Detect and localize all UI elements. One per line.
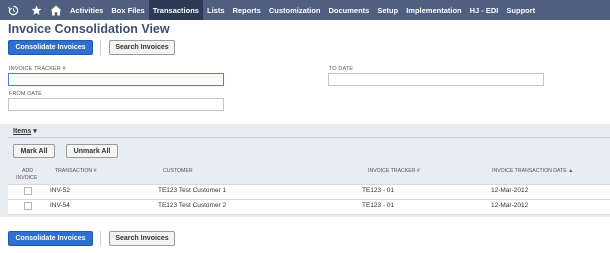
nav-item-box-files[interactable]: Box Files — [107, 0, 148, 20]
column-header-customer[interactable]: CUSTOMER — [163, 168, 193, 175]
customer-cell: TE123 Test Customer 1 — [158, 187, 227, 194]
items-section-title[interactable]: Items ▾ — [13, 127, 37, 135]
nav-item-documents[interactable]: Documents — [325, 0, 374, 20]
invoice-tracker-cell: TE123 - 01 — [362, 202, 395, 209]
search-invoices-button-bottom[interactable]: Search Invoices — [109, 231, 175, 246]
consolidate-invoices-button-bottom[interactable]: Consolidate Invoices — [8, 231, 93, 246]
invoice-tracker-cell: TE123 - 01 — [362, 187, 395, 194]
nav-item-setup[interactable]: Setup — [373, 0, 402, 20]
row-divider — [8, 199, 610, 200]
nav-item-hj-edi[interactable]: HJ - EDI — [466, 0, 503, 20]
page-title: Invoice Consolidation View — [8, 22, 170, 36]
nav-item-activities[interactable]: Activities — [66, 0, 107, 20]
button-separator — [100, 231, 101, 246]
column-header-invoice-date[interactable]: INVOICE TRANSACTION DATE ▲ — [492, 168, 573, 175]
transaction-cell: INV-54 — [50, 202, 70, 209]
top-navigation: Activities Box Files Transactions Lists … — [0, 0, 610, 20]
invoice-tracker-label: INVOICE TRACKER # — [9, 66, 66, 72]
column-header-add-line1: ADD — [22, 168, 33, 174]
invoice-date-cell: 12-Mar-2012 — [491, 202, 529, 209]
mark-all-button[interactable]: Mark All — [13, 144, 55, 158]
invoice-date-cell: 12-Mar-2012 — [491, 187, 529, 194]
add-invoice-checkbox[interactable] — [24, 202, 32, 210]
nav-item-support[interactable]: Support — [502, 0, 539, 20]
nav-item-customization[interactable]: Customization — [265, 0, 325, 20]
customer-cell: TE123 Test Customer 2 — [158, 202, 227, 209]
to-date-label: TO DATE — [329, 66, 354, 72]
search-invoices-button[interactable]: Search Invoices — [109, 40, 175, 55]
nav-item-lists[interactable]: Lists — [203, 0, 229, 20]
consolidate-invoices-button[interactable]: Consolidate Invoices — [8, 40, 93, 55]
column-header-add-line2: INVOICE — [16, 175, 38, 181]
nav-item-implementation[interactable]: Implementation — [402, 0, 465, 20]
nav-item-reports[interactable]: Reports — [229, 0, 265, 20]
from-date-label: FROM DATE — [9, 91, 42, 97]
row-divider — [8, 184, 610, 185]
items-title-text: Items — [13, 128, 32, 135]
transaction-cell: INV-52 — [50, 187, 70, 194]
unmark-all-button[interactable]: Unmark All — [66, 144, 118, 158]
star-icon[interactable] — [26, 0, 46, 20]
items-divider — [8, 137, 610, 138]
home-icon[interactable] — [46, 0, 66, 20]
invoice-tracker-input[interactable] — [8, 73, 224, 86]
column-header-add-invoice: ADD INVOICE — [16, 168, 37, 182]
collapse-arrow-icon: ▾ — [31, 128, 37, 135]
from-date-input[interactable] — [8, 98, 224, 111]
nav-item-transactions[interactable]: Transactions — [148, 0, 203, 20]
history-icon[interactable] — [0, 0, 26, 20]
add-invoice-checkbox[interactable] — [24, 187, 32, 195]
button-separator — [100, 40, 101, 55]
column-header-invoice-tracker[interactable]: INVOICE TRACKER # — [368, 168, 420, 175]
to-date-input[interactable] — [328, 73, 544, 86]
row-divider — [8, 214, 610, 215]
column-header-transaction[interactable]: TRANSACTION # — [55, 168, 97, 175]
